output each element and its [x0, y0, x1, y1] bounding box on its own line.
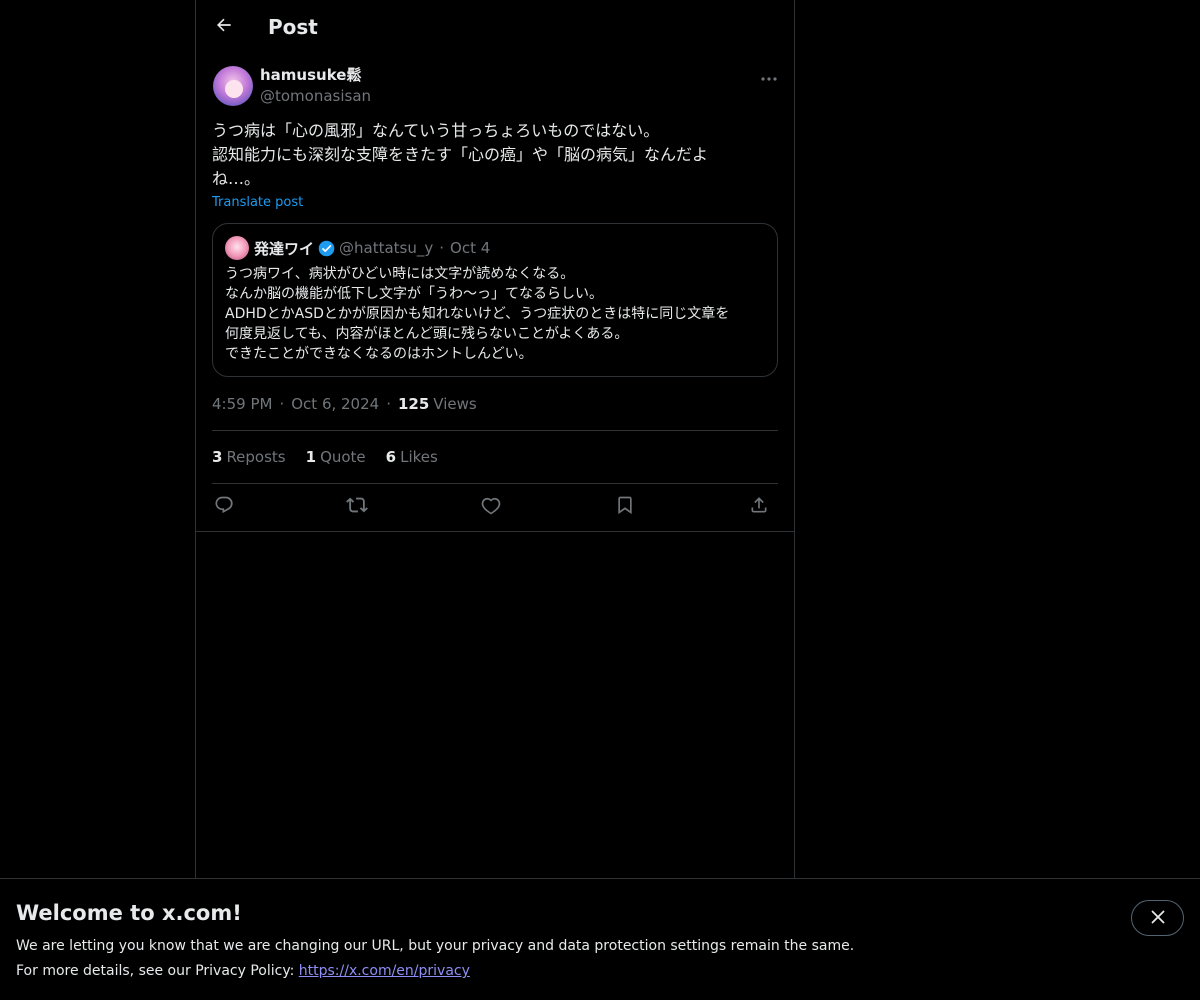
quoted-post-date: Oct 4 — [450, 239, 491, 257]
post-text: うつ病は「心の風邪」なんていう甘っちょろいものではない。 認知能力にも深刻な支障… — [212, 121, 709, 188]
reposts-label: Reposts — [226, 448, 286, 466]
views-label: Views — [433, 395, 477, 413]
author-handle[interactable]: @tomonasisan — [260, 86, 371, 106]
divider — [196, 531, 794, 532]
quoted-post[interactable]: 発達ワイ @hattatsu_y · Oct 4 うつ病ワイ、病状がひどい時には… — [212, 223, 778, 377]
views-count: 125 — [397, 395, 430, 413]
banner-privacy-prefix: For more details, see our Privacy Policy… — [16, 963, 299, 979]
reposts-stat[interactable]: 3 Reposts — [212, 448, 286, 466]
likes-stat[interactable]: 6 Likes — [386, 448, 438, 466]
separator-dot: · — [386, 395, 391, 413]
quoted-post-text: うつ病ワイ、病状がひどい時には文字が読めなくなる。 なんか脳の機能が低下し文字が… — [225, 266, 730, 362]
separator-dot: · — [439, 239, 445, 257]
close-icon — [1151, 909, 1165, 928]
quotes-stat[interactable]: 1 Quote — [306, 448, 366, 466]
like-icon — [481, 495, 501, 519]
banner-message: We are letting you know that we are chan… — [16, 938, 855, 954]
back-button[interactable] — [208, 11, 240, 43]
close-banner-button[interactable] — [1131, 900, 1184, 936]
post-date[interactable]: Oct 6, 2024 — [291, 395, 379, 413]
quotes-count: 1 — [305, 448, 317, 466]
engagement-stats: 3 Reposts 1 Quote 6 Likes — [212, 447, 458, 467]
page-title: Post — [268, 15, 318, 39]
url-change-banner: Welcome to x.com! We are letting you kno… — [0, 878, 1200, 1000]
quoted-author-name: 発達ワイ — [254, 239, 315, 258]
quoted-author-avatar — [225, 236, 249, 260]
bookmark-icon — [615, 495, 635, 519]
banner-privacy-line: For more details, see our Privacy Policy… — [16, 961, 470, 981]
reply-icon — [214, 495, 234, 519]
author-avatar[interactable] — [213, 66, 253, 106]
likes-count: 6 — [385, 448, 397, 466]
share-icon — [749, 495, 769, 519]
divider — [212, 483, 778, 484]
top-bar: Post — [196, 0, 794, 53]
quotes-label: Quote — [320, 448, 366, 466]
back-arrow-icon — [214, 15, 234, 39]
separator-dot: · — [279, 395, 285, 413]
repost-button[interactable] — [344, 494, 370, 520]
main-column: Post hamusuke鬆 @tomonasisan うつ病は「心の風邪」なん… — [195, 0, 795, 1000]
quoted-author-handle: @hattatsu_y — [339, 239, 434, 257]
reply-button[interactable] — [211, 494, 237, 520]
repost-icon — [346, 494, 368, 520]
privacy-policy-link[interactable]: https://x.com/en/privacy — [299, 963, 470, 979]
like-button[interactable] — [478, 494, 504, 520]
bookmark-button[interactable] — [612, 494, 638, 520]
more-options-button[interactable] — [756, 64, 782, 86]
divider — [212, 430, 778, 431]
post-time[interactable]: 4:59 PM — [212, 395, 272, 413]
quoted-post-header: 発達ワイ @hattatsu_y · Oct 4 — [254, 237, 490, 259]
banner-title: Welcome to x.com! — [16, 901, 242, 925]
likes-label: Likes — [400, 448, 438, 466]
author-name[interactable]: hamusuke鬆 — [260, 65, 361, 85]
translate-post-link[interactable]: Translate post — [212, 194, 303, 212]
verified-badge-icon — [318, 240, 335, 257]
share-button[interactable] — [746, 494, 772, 520]
post-meta: 4:59 PM · Oct 6, 2024 · 125 Views — [212, 394, 477, 414]
reposts-count: 3 — [212, 448, 223, 466]
more-icon — [761, 66, 777, 85]
action-bar — [212, 494, 778, 520]
